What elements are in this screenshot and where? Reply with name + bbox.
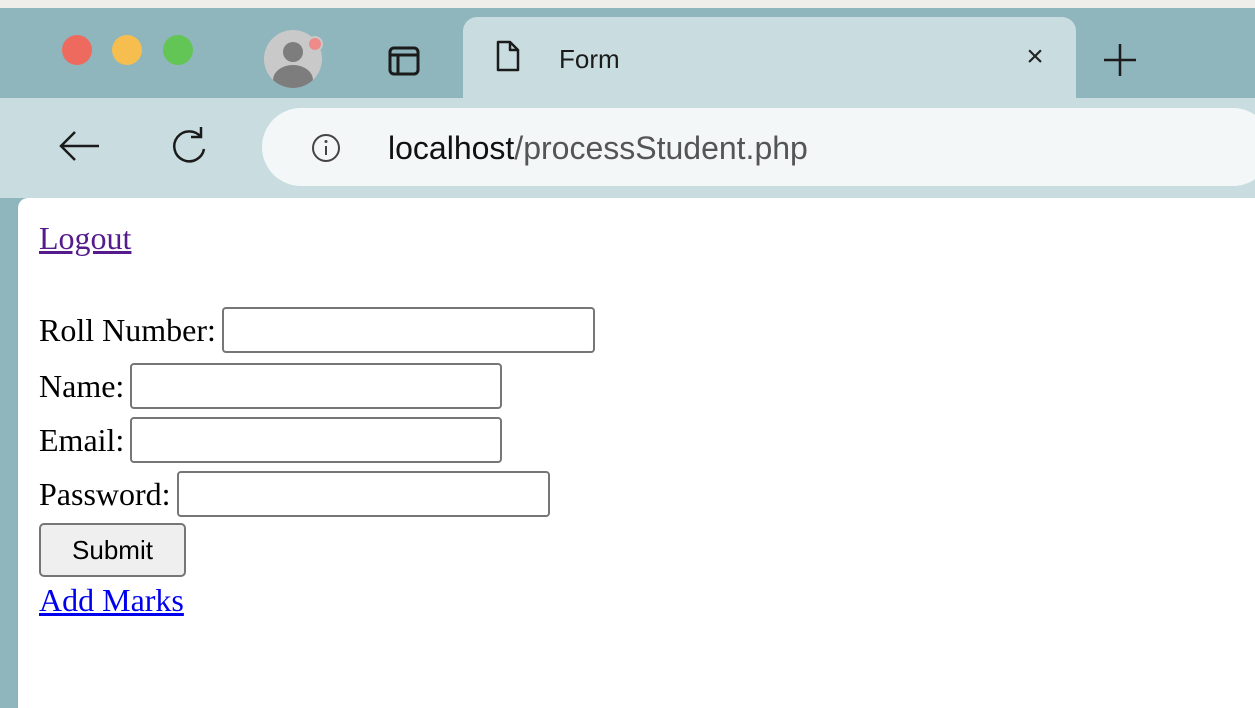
avatar-head <box>283 42 303 62</box>
url-host: localhost <box>388 130 515 166</box>
password-row: Password: <box>39 468 550 520</box>
add-marks-link[interactable]: Add Marks <box>39 582 184 619</box>
tab-title: Form <box>559 44 620 74</box>
info-icon[interactable] <box>310 132 342 164</box>
logout-link[interactable]: Logout <box>39 220 131 257</box>
minimize-window-button[interactable] <box>112 35 142 65</box>
email-row: Email: <box>39 414 503 466</box>
plus-icon[interactable] <box>1100 40 1140 80</box>
avatar-body <box>273 65 313 88</box>
name-label: Name: <box>39 367 125 404</box>
email-input[interactable] <box>130 417 503 463</box>
window-top-edge <box>0 0 1255 8</box>
reload-icon[interactable] <box>168 125 210 167</box>
back-arrow-icon[interactable] <box>57 130 101 162</box>
close-window-button[interactable] <box>62 35 92 65</box>
name-row: Name: <box>39 360 503 412</box>
tab-form[interactable]: Form × <box>463 17 1076 99</box>
roll-number-input[interactable] <box>221 307 595 353</box>
name-input[interactable] <box>130 363 503 409</box>
url-path: /processStudent.php <box>514 130 808 166</box>
submit-button[interactable]: Submit <box>39 523 186 577</box>
password-input[interactable] <box>176 471 550 517</box>
address-bar[interactable]: localhost/processStudent.php <box>262 108 1255 186</box>
browser-toolbar: localhost/processStudent.php <box>0 98 1255 198</box>
tab-list-icon[interactable] <box>388 46 420 76</box>
roll-number-row: Roll Number: <box>39 304 595 356</box>
tab-close-icon[interactable]: × <box>1017 39 1053 75</box>
profile-notification-dot <box>307 36 323 52</box>
password-label: Password: <box>39 475 171 512</box>
email-label: Email: <box>39 421 125 458</box>
url-text: localhost/processStudent.php <box>388 130 808 167</box>
tab-bar: Form × <box>0 8 1255 99</box>
maximize-window-button[interactable] <box>163 35 193 65</box>
document-icon <box>495 39 521 73</box>
roll-number-label: Roll Number: <box>39 311 216 348</box>
browser-window: Form × localhost/processStudent.php Logo… <box>0 0 1255 708</box>
page-content: Logout Roll Number: Name: Email: Passwor… <box>18 198 1255 708</box>
